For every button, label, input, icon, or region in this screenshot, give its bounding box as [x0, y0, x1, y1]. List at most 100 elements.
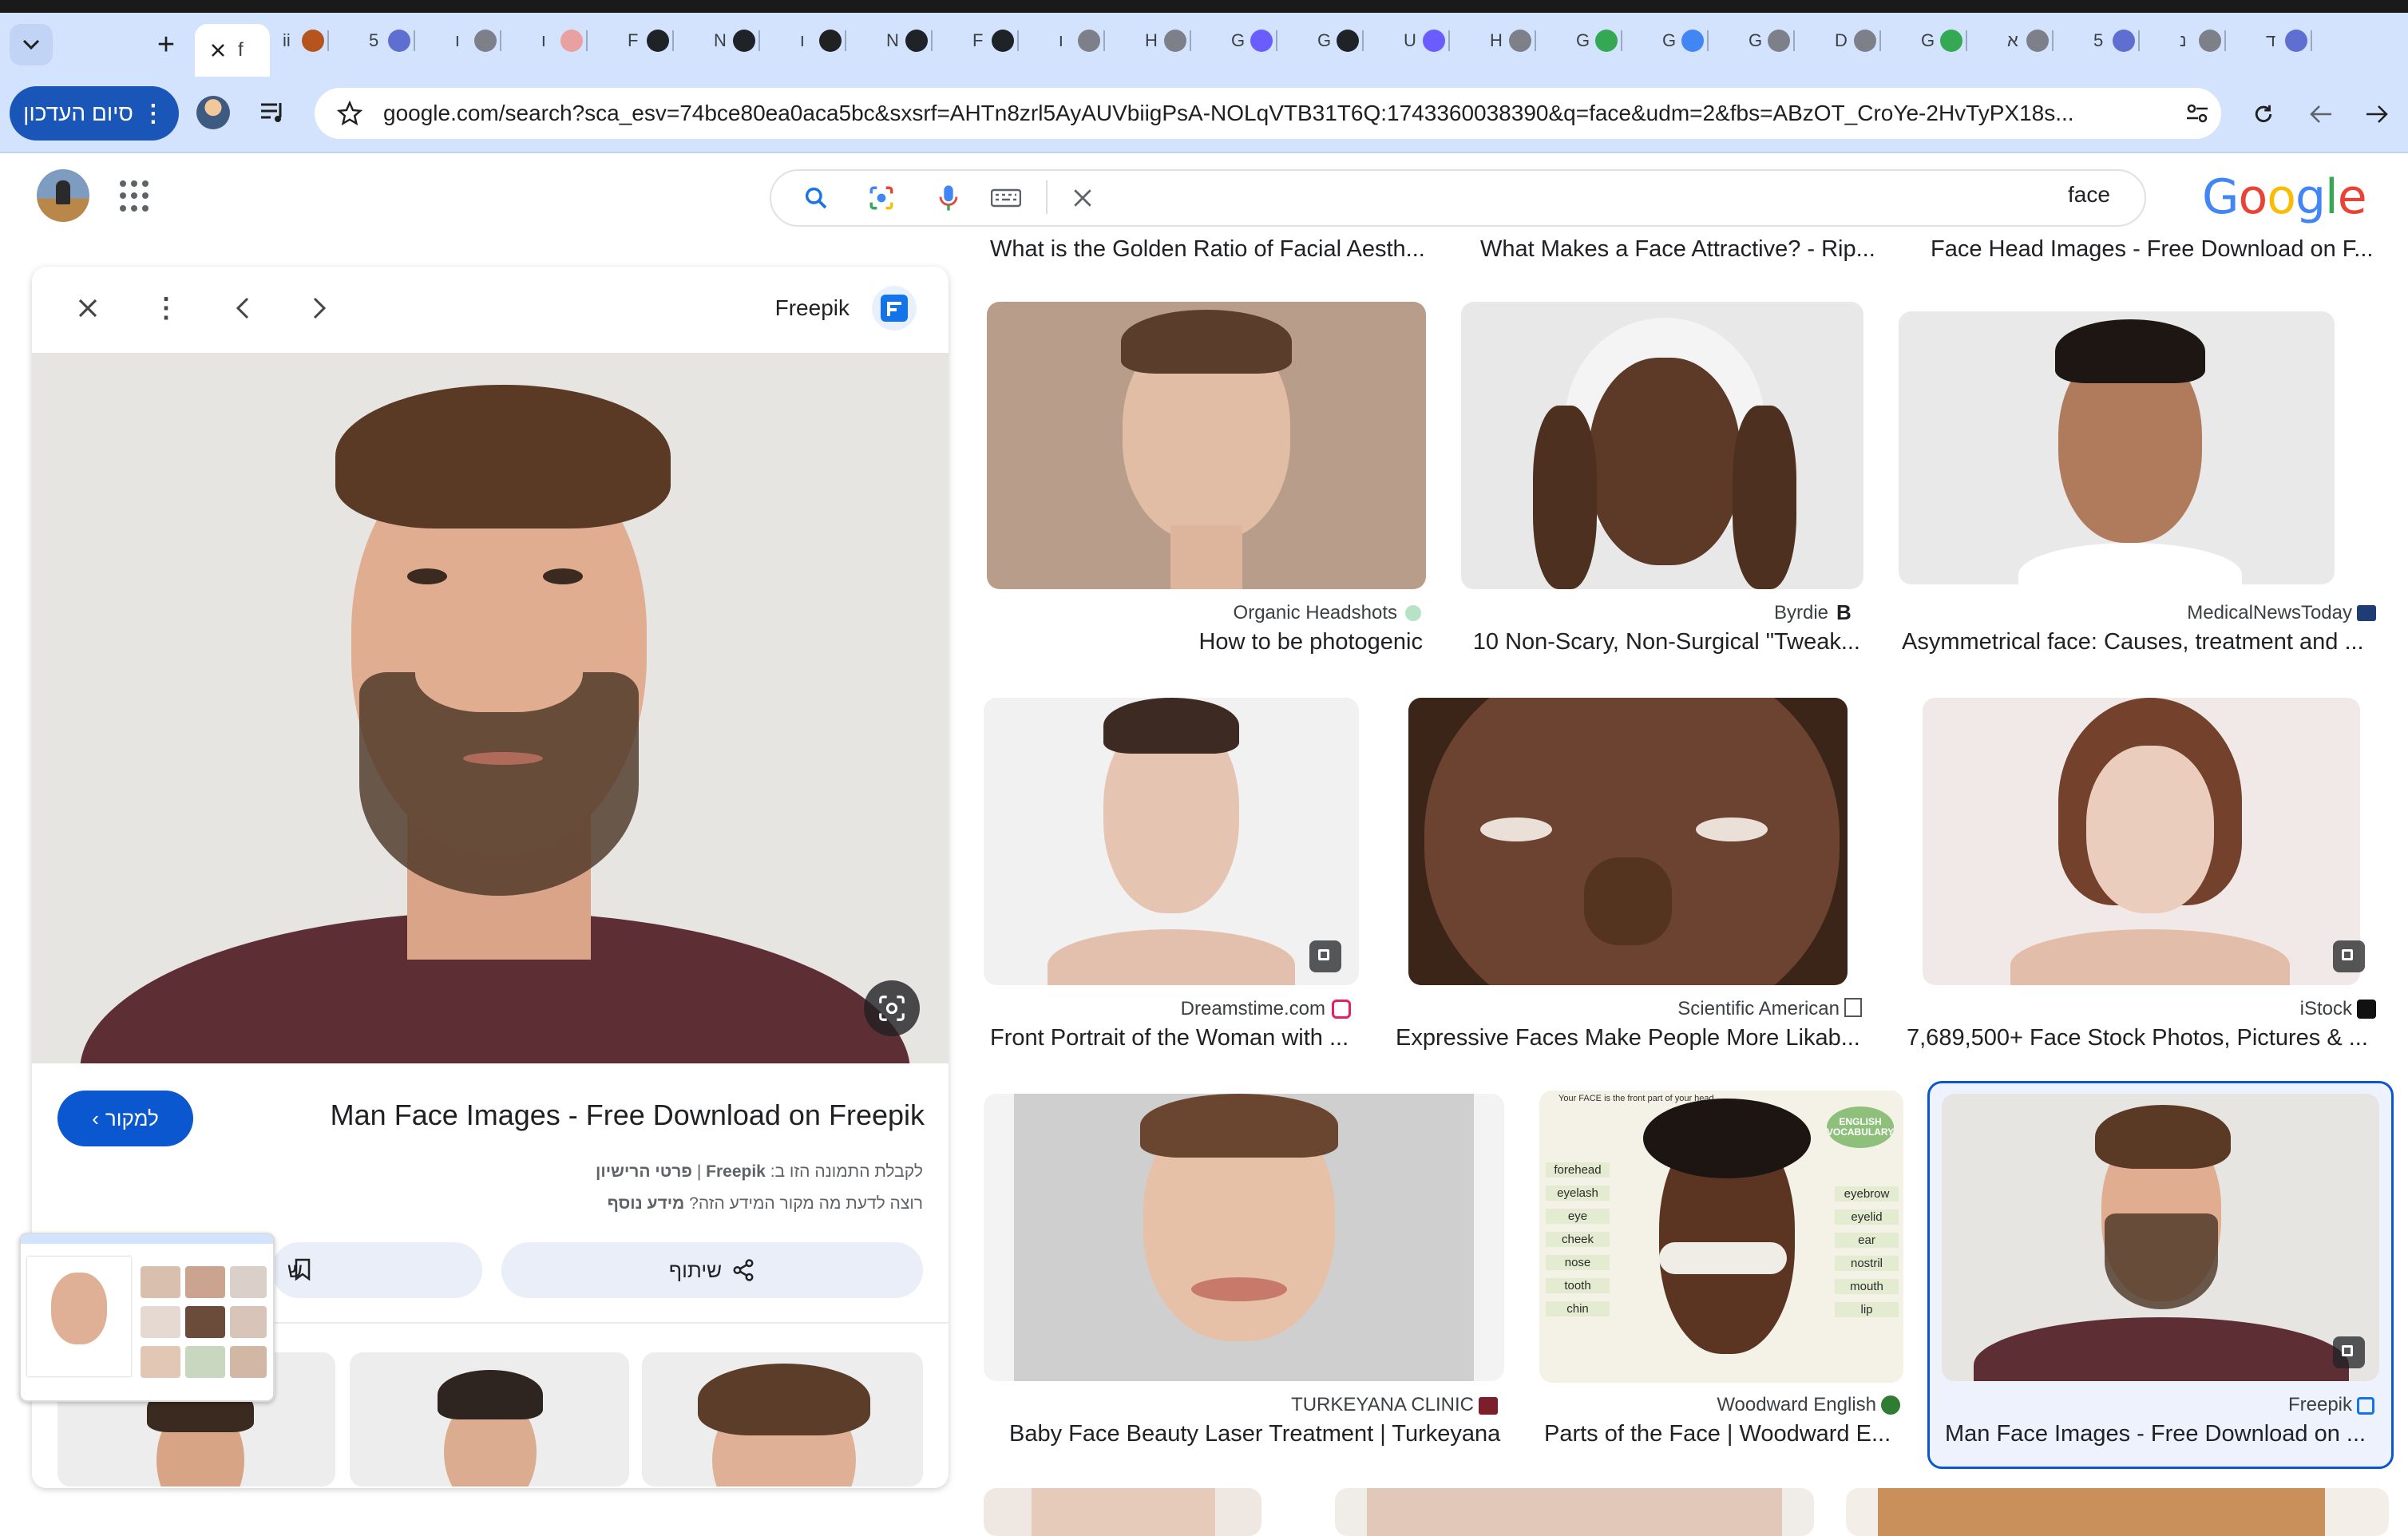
- reload-icon[interactable]: [2247, 97, 2280, 131]
- previous-image-icon[interactable]: [225, 291, 260, 326]
- stop-sync-button[interactable]: סיום העדכון ⋮: [10, 86, 179, 141]
- result-image[interactable]: [984, 1094, 1504, 1381]
- close-panel-icon[interactable]: [70, 291, 105, 326]
- browser-tab[interactable]: ו: [541, 19, 588, 62]
- result-title[interactable]: Face Head Images - Free Download on F...: [1931, 236, 2378, 263]
- result-image[interactable]: [1408, 698, 1848, 985]
- browser-tab[interactable]: ד: [2266, 19, 2312, 62]
- result-image[interactable]: [1335, 1488, 1814, 1536]
- result-image[interactable]: [984, 698, 1359, 985]
- browser-tab[interactable]: 5: [369, 19, 415, 62]
- result-title[interactable]: Asymmetrical face: Causes, treatment and…: [1902, 629, 2381, 655]
- media-controls-icon[interactable]: [255, 96, 291, 131]
- browser-tab[interactable]: G: [1749, 19, 1795, 62]
- browser-tab[interactable]: U: [1404, 19, 1450, 62]
- result-image[interactable]: [1461, 302, 1863, 589]
- browser-tab[interactable]: G: [1317, 19, 1364, 62]
- result-title[interactable]: Front Portrait of the Woman with ...: [990, 1025, 1357, 1051]
- result-source[interactable]: Dreamstime.com: [1038, 998, 1325, 1020]
- result-source[interactable]: Scientific American: [1517, 998, 1840, 1020]
- browser-tab[interactable]: ו: [1059, 19, 1105, 62]
- browser-tab[interactable]: ii: [283, 19, 329, 62]
- result-title[interactable]: What Makes a Face Attractive? - Rip...: [1480, 236, 1879, 263]
- save-button[interactable]: ש: [271, 1242, 482, 1298]
- result-title[interactable]: Man Face Images - Free Download on ...: [1945, 1421, 2381, 1447]
- result-title[interactable]: How to be photogenic: [990, 629, 1423, 655]
- browser-tab[interactable]: G: [1921, 19, 1967, 62]
- result-source[interactable]: Freepik: [2156, 1394, 2352, 1416]
- browser-tab[interactable]: N: [714, 19, 760, 62]
- result-title[interactable]: What is the Golden Ratio of Facial Aesth…: [990, 236, 1429, 263]
- license-details-link[interactable]: פרטי הרישיון: [596, 1162, 692, 1181]
- new-tab-button[interactable]: +: [149, 24, 184, 65]
- back-arrow-icon[interactable]: [2304, 97, 2338, 131]
- result-source[interactable]: Woodward English: [1637, 1394, 1876, 1416]
- profile-avatar[interactable]: [196, 96, 230, 129]
- panel-source-name[interactable]: Freepik: [751, 295, 850, 321]
- result-image[interactable]: [1942, 1094, 2379, 1381]
- result-title[interactable]: 7,689,500+ Face Stock Photos, Pictures &…: [1907, 1025, 2379, 1051]
- browser-tab[interactable]: H: [1145, 19, 1191, 62]
- browser-tab[interactable]: N: [886, 19, 933, 62]
- browser-tab[interactable]: 5: [2093, 19, 2140, 62]
- lens-camera-icon[interactable]: [864, 180, 899, 216]
- result-image[interactable]: [1923, 698, 2360, 985]
- license-source[interactable]: Freepik: [706, 1162, 766, 1181]
- search-icon[interactable]: [798, 180, 834, 216]
- browser-tab[interactable]: G: [1662, 19, 1709, 62]
- browser-tab[interactable]: F: [972, 19, 1019, 62]
- keyboard-icon[interactable]: [988, 182, 1024, 214]
- browser-tab[interactable]: G: [1231, 19, 1277, 62]
- close-icon[interactable]: [211, 43, 225, 57]
- visual-search-button[interactable]: [864, 980, 920, 1036]
- microphone-icon[interactable]: [931, 180, 966, 216]
- share-button[interactable]: שיתוף: [501, 1242, 923, 1298]
- chevron-down-icon: [22, 39, 40, 50]
- bookmark-star-icon[interactable]: [334, 97, 366, 129]
- result-image[interactable]: [1846, 1488, 2389, 1536]
- browser-tab[interactable]: F: [628, 19, 674, 62]
- browser-tab[interactable]: H: [1490, 19, 1536, 62]
- browser-tab[interactable]: נ: [2180, 19, 2226, 62]
- browser-tab[interactable]: ו: [455, 19, 501, 62]
- result-image[interactable]: [1899, 311, 2335, 584]
- screenshot-thumbnail[interactable]: [19, 1233, 275, 1402]
- result-image[interactable]: Your FACE is the front part of your head…: [1539, 1091, 1903, 1383]
- next-image-icon[interactable]: [302, 291, 337, 326]
- result-title[interactable]: Parts of the Face | Woodward E...: [1544, 1421, 1895, 1447]
- tab-separator: [845, 30, 846, 51]
- result-title[interactable]: 10 Non-Scary, Non-Surgical "Tweak...: [1466, 629, 1860, 655]
- browser-tab[interactable]: א: [2007, 19, 2054, 62]
- related-image[interactable]: [642, 1352, 923, 1487]
- tab-search-button[interactable]: [10, 24, 53, 65]
- google-logo[interactable]: Google: [2202, 169, 2367, 225]
- account-avatar[interactable]: [37, 169, 89, 222]
- more-info-link[interactable]: מידע נוסף: [608, 1194, 685, 1213]
- related-image[interactable]: [350, 1352, 629, 1487]
- result-title[interactable]: Expressive Faces Make People More Likab.…: [1396, 1025, 1867, 1051]
- result-source[interactable]: Organic Headshots: [1118, 602, 1397, 624]
- diagram-label: forehead: [1546, 1162, 1610, 1178]
- search-box[interactable]: [770, 169, 2146, 227]
- url-text[interactable]: google.com/search?sca_esv=74bce80ea0aca5…: [383, 101, 2164, 126]
- visit-source-button[interactable]: ‹ למקור: [57, 1091, 193, 1146]
- result-title[interactable]: Baby Face Beauty Laser Treatment | Turke…: [1009, 1421, 1504, 1447]
- result-source[interactable]: iStock: [2156, 998, 2352, 1020]
- site-settings-icon[interactable]: [2181, 97, 2213, 129]
- preview-image[interactable]: [32, 353, 949, 1063]
- result-source[interactable]: MedicalNewsToday: [1996, 602, 2352, 624]
- result-image[interactable]: [987, 302, 1426, 589]
- panel-title[interactable]: Man Face Images - Free Download on Freep…: [240, 1099, 925, 1132]
- browser-tab[interactable]: ו: [800, 19, 846, 62]
- apps-grid-icon[interactable]: [120, 180, 152, 212]
- result-source[interactable]: Byrdie: [1597, 602, 1828, 624]
- more-options-icon[interactable]: ⋮: [149, 291, 184, 326]
- result-source[interactable]: TURKEYANA CLINIC: [1198, 1394, 1474, 1416]
- result-image[interactable]: [984, 1488, 1261, 1536]
- active-tab[interactable]: f: [195, 24, 270, 77]
- forward-arrow-icon[interactable]: [2360, 97, 2394, 131]
- browser-tab[interactable]: G: [1576, 19, 1622, 62]
- browser-tab[interactable]: D: [1835, 19, 1881, 62]
- clear-search-icon[interactable]: [1065, 180, 1100, 216]
- search-query[interactable]: face: [2068, 182, 2110, 208]
